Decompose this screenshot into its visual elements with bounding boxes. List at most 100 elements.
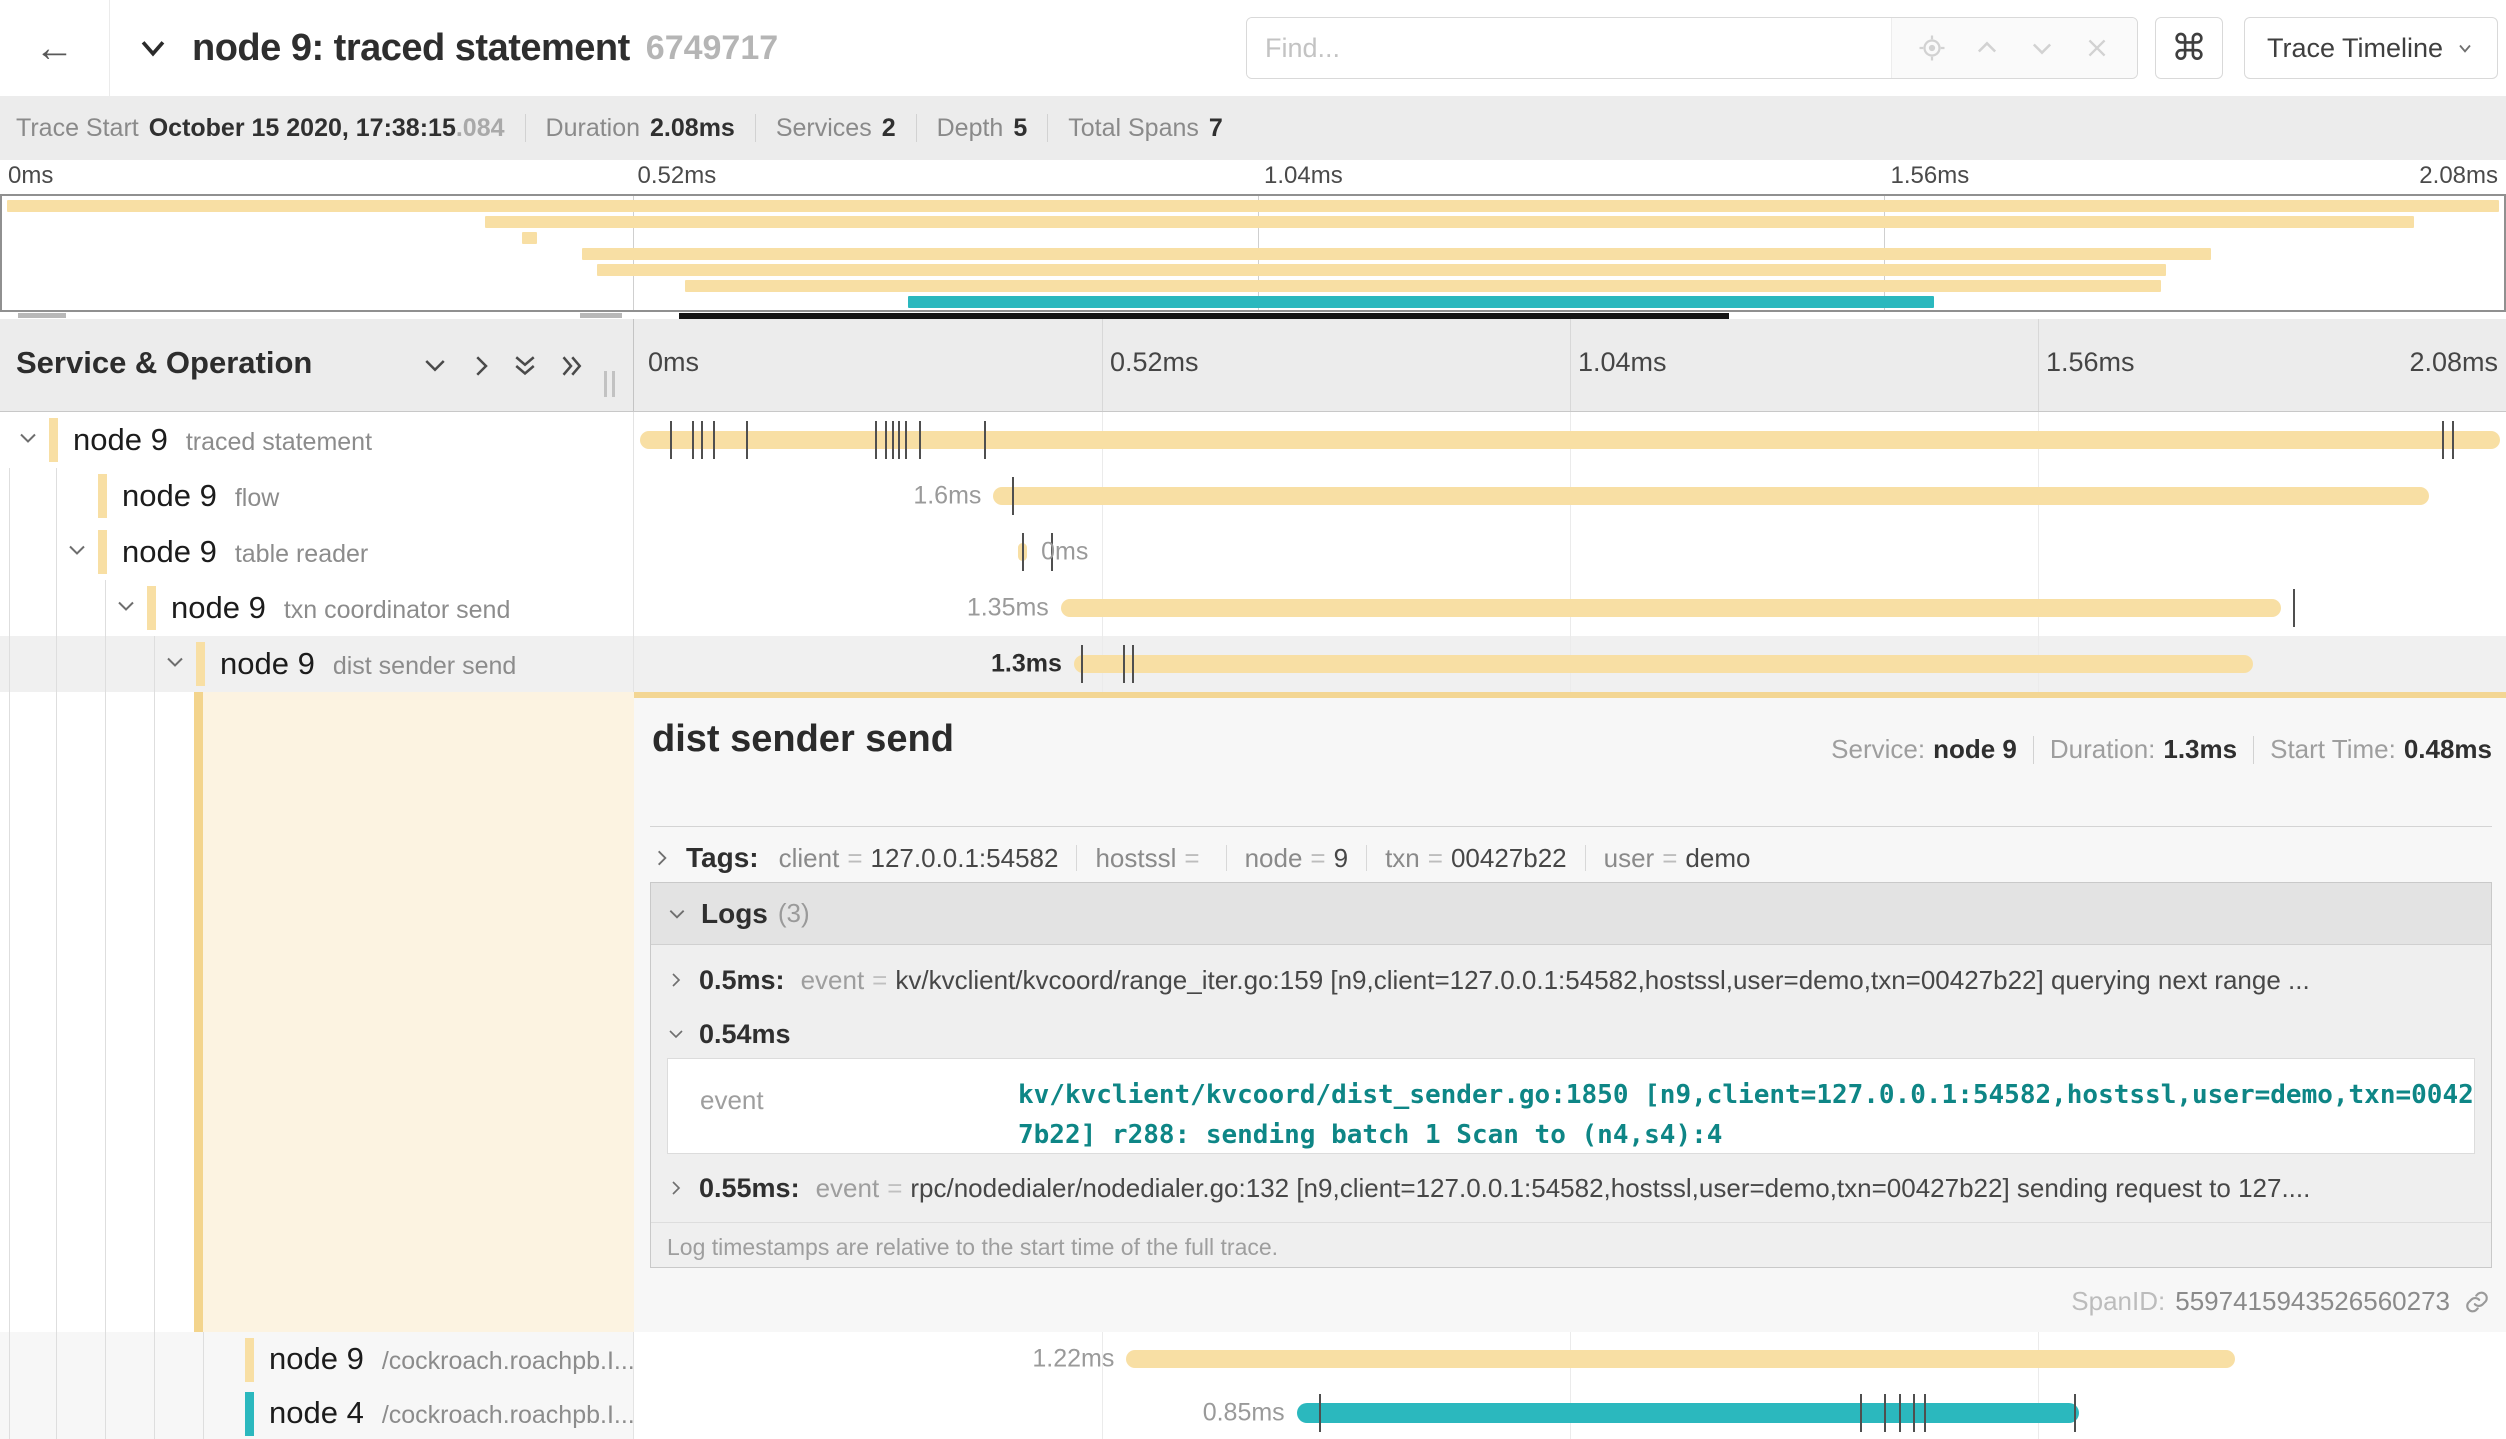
find-prev-icon[interactable]: [1972, 33, 2002, 63]
span-duration-bar[interactable]: [1074, 655, 2253, 673]
minimap-span-bar: [685, 280, 2161, 292]
command-icon: ⌘: [2171, 27, 2207, 69]
log-field-value: kv/kvclient/kvcoord/range_iter.go:159 [n…: [895, 965, 2309, 996]
expand-all-icon[interactable]: [556, 351, 586, 386]
span-timeline-cell[interactable]: 0ms: [634, 524, 2506, 580]
span-name-cell[interactable]: node 9 table reader: [0, 524, 634, 580]
scrubber-handle-left[interactable]: [18, 313, 66, 318]
tag-key: node: [1245, 843, 1303, 874]
span-timeline-cell[interactable]: 1.3ms: [634, 636, 2506, 692]
collapse-trace-icon[interactable]: [136, 31, 170, 65]
tree-guide-line: [203, 1386, 204, 1439]
log-fields-table: event kv/kvclient/kvcoord/dist_sender.go…: [667, 1058, 2475, 1154]
log-tick-mark: [746, 421, 748, 459]
chevron-down-icon[interactable]: [65, 538, 89, 567]
minimap-span-bar: [522, 232, 537, 244]
operation-name: table reader: [235, 540, 368, 569]
timeline-axis-header: 0ms0.52ms1.04ms1.56ms2.08ms: [634, 319, 2506, 411]
logs-footnote: Log timestamps are relative to the start…: [667, 1234, 1278, 1261]
view-selector-dropdown[interactable]: Trace Timeline: [2244, 17, 2498, 79]
span-name-cell[interactable]: node 9flow: [0, 468, 634, 524]
expand-one-icon[interactable]: [466, 351, 496, 386]
span-timeline-cell[interactable]: 0.85ms: [634, 1386, 2506, 1439]
log-entry-collapsed[interactable]: 0.55ms: event = rpc/nodedialer/nodediale…: [667, 1170, 2481, 1206]
locate-icon[interactable]: [1917, 33, 1947, 63]
span-name-cell[interactable]: node 9txn coordinator send: [0, 580, 634, 636]
find-clear-icon[interactable]: [2082, 33, 2112, 63]
keyboard-shortcuts-button[interactable]: ⌘: [2155, 17, 2223, 79]
span-duration-bar[interactable]: [1061, 599, 2282, 617]
detail-left-gutter: [0, 692, 634, 1332]
summary-item: Depth5: [937, 114, 1028, 143]
summary-label: Trace Start: [16, 114, 139, 143]
span-name-cell[interactable]: node 4/cockroach.roachpb.I...: [0, 1386, 634, 1439]
span-duration-bar[interactable]: [1297, 1403, 2079, 1423]
timeline-tick-label: 2.08ms: [2409, 347, 2498, 378]
summary-value: 7: [1209, 114, 1223, 143]
trace-summary-bar: Trace StartOctober 15 2020, 17:38:15.084…: [0, 96, 2506, 160]
service-color-bar: [147, 586, 156, 630]
log-timestamp: 0.55ms:: [699, 1173, 800, 1204]
link-icon[interactable]: [2464, 1289, 2490, 1315]
log-tick-mark: [2293, 589, 2295, 627]
divider: [650, 826, 2492, 827]
chevron-down-icon[interactable]: [16, 426, 40, 455]
chevron-down-icon: [667, 1025, 685, 1043]
summary-item: Services2: [776, 114, 896, 143]
tag-value: 127.0.0.1:54582: [871, 843, 1059, 874]
chevron-down-icon[interactable]: [163, 650, 187, 679]
logs-title: Logs: [701, 898, 768, 930]
span-row[interactable]: node 9traced statement: [0, 412, 2506, 468]
tree-guide-line: [9, 1332, 10, 1386]
tag-value: demo: [1685, 843, 1750, 874]
tree-guide-line: [203, 1332, 204, 1386]
span-duration-bar[interactable]: [1126, 1350, 2234, 1368]
collapse-all-icon[interactable]: [510, 351, 540, 386]
span-name-cell[interactable]: node 9traced statement: [0, 412, 634, 468]
find-next-icon[interactable]: [2027, 33, 2057, 63]
span-color-accent: [194, 692, 203, 1332]
chevron-right-icon: [667, 971, 685, 989]
timeline-gridline: [2038, 524, 2039, 580]
span-row[interactable]: node 9dist sender send1.3ms: [0, 636, 2506, 692]
service-color-bar: [49, 418, 58, 462]
span-timeline-cell[interactable]: 1.35ms: [634, 580, 2506, 636]
span-row[interactable]: node 9 table reader 0ms: [0, 524, 2506, 580]
span-name: node 9 table reader: [122, 534, 368, 570]
span-row[interactable]: node 9/cockroach.roachpb.I...1.22ms: [0, 1332, 2506, 1386]
back-button[interactable]: ←: [0, 0, 110, 96]
equals-sign: =: [1662, 843, 1677, 874]
span-timeline-cell[interactable]: 1.22ms: [634, 1332, 2506, 1386]
summary-label: Duration: [546, 114, 641, 143]
minimap-canvas[interactable]: [0, 194, 2506, 312]
tree-guide-line: [154, 1386, 155, 1439]
span-name-cell[interactable]: node 9/cockroach.roachpb.I...: [0, 1332, 634, 1386]
chevron-down-icon[interactable]: [114, 594, 138, 623]
column-resizer-handle[interactable]: [604, 371, 615, 397]
find-input[interactable]: [1247, 18, 1891, 78]
log-tick-mark: [1022, 533, 1024, 571]
log-timestamp: 0.54ms: [699, 1019, 791, 1050]
operation-name: flow: [235, 484, 279, 513]
scrubber-handle-right[interactable]: [580, 313, 622, 318]
log-field-value: kv/kvclient/kvcoord/dist_sender.go:1850 …: [1018, 1075, 2488, 1155]
timeline-column-header: Service & Operation 0ms0.52ms1.04ms1.56m…: [0, 319, 2506, 412]
span-timeline-cell[interactable]: [634, 412, 2506, 468]
span-timeline-cell[interactable]: 1.6ms: [634, 468, 2506, 524]
span-name-cell[interactable]: node 9dist sender send: [0, 636, 634, 692]
tree-guide-line: [105, 636, 106, 692]
tags-section-toggle[interactable]: Tags: client=127.0.0.1:54582hostssl=node…: [652, 838, 1750, 878]
log-entry-expanded-toggle[interactable]: 0.54ms: [667, 1016, 2481, 1052]
service-name: node 9: [122, 534, 217, 570]
span-duration-bar[interactable]: [993, 487, 2429, 505]
log-entry-collapsed[interactable]: 0.5ms: event = kv/kvclient/kvcoord/range…: [667, 962, 2481, 998]
collapse-one-icon[interactable]: [420, 351, 450, 386]
summary-value: 5: [1013, 114, 1027, 143]
span-row[interactable]: node 4/cockroach.roachpb.I...0.85ms: [0, 1386, 2506, 1439]
span-row[interactable]: node 9txn coordinator send1.35ms: [0, 580, 2506, 636]
service-color-bar: [98, 474, 107, 518]
divider: [916, 114, 917, 142]
timeline-gridline: [1102, 524, 1103, 580]
span-row[interactable]: node 9flow1.6ms: [0, 468, 2506, 524]
logs-section-toggle[interactable]: Logs (3): [651, 883, 2491, 945]
